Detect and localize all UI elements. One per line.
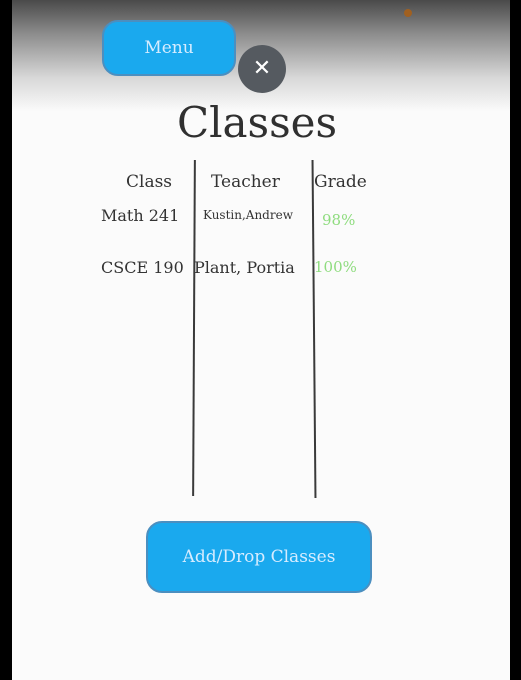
table-row-grade: 100% [314,258,357,276]
table-row-class: CSCE 190 [101,258,184,277]
table-row-teacher: Kustin,Andrew [203,208,293,222]
column-header-class: Class [126,172,173,192]
column-header-grade: Grade [314,172,367,192]
column-divider-2 [311,159,317,499]
menu-button[interactable]: Menu [102,20,236,76]
table-row-grade: 98% [322,211,356,229]
column-header-teacher: Teacher [211,172,280,192]
close-icon: ✕ [252,56,272,81]
app-screen: Menu ✕ Classes Class Teacher Grade Math … [12,0,510,680]
status-dot [404,9,412,17]
add-drop-classes-button[interactable]: Add/Drop Classes [146,521,372,593]
column-divider-1 [192,159,196,497]
table-row-class: Math 241 [101,206,180,225]
close-button[interactable]: ✕ [238,45,286,93]
page-title: Classes [176,98,338,147]
table-row-teacher: Plant, Portia [194,258,295,277]
